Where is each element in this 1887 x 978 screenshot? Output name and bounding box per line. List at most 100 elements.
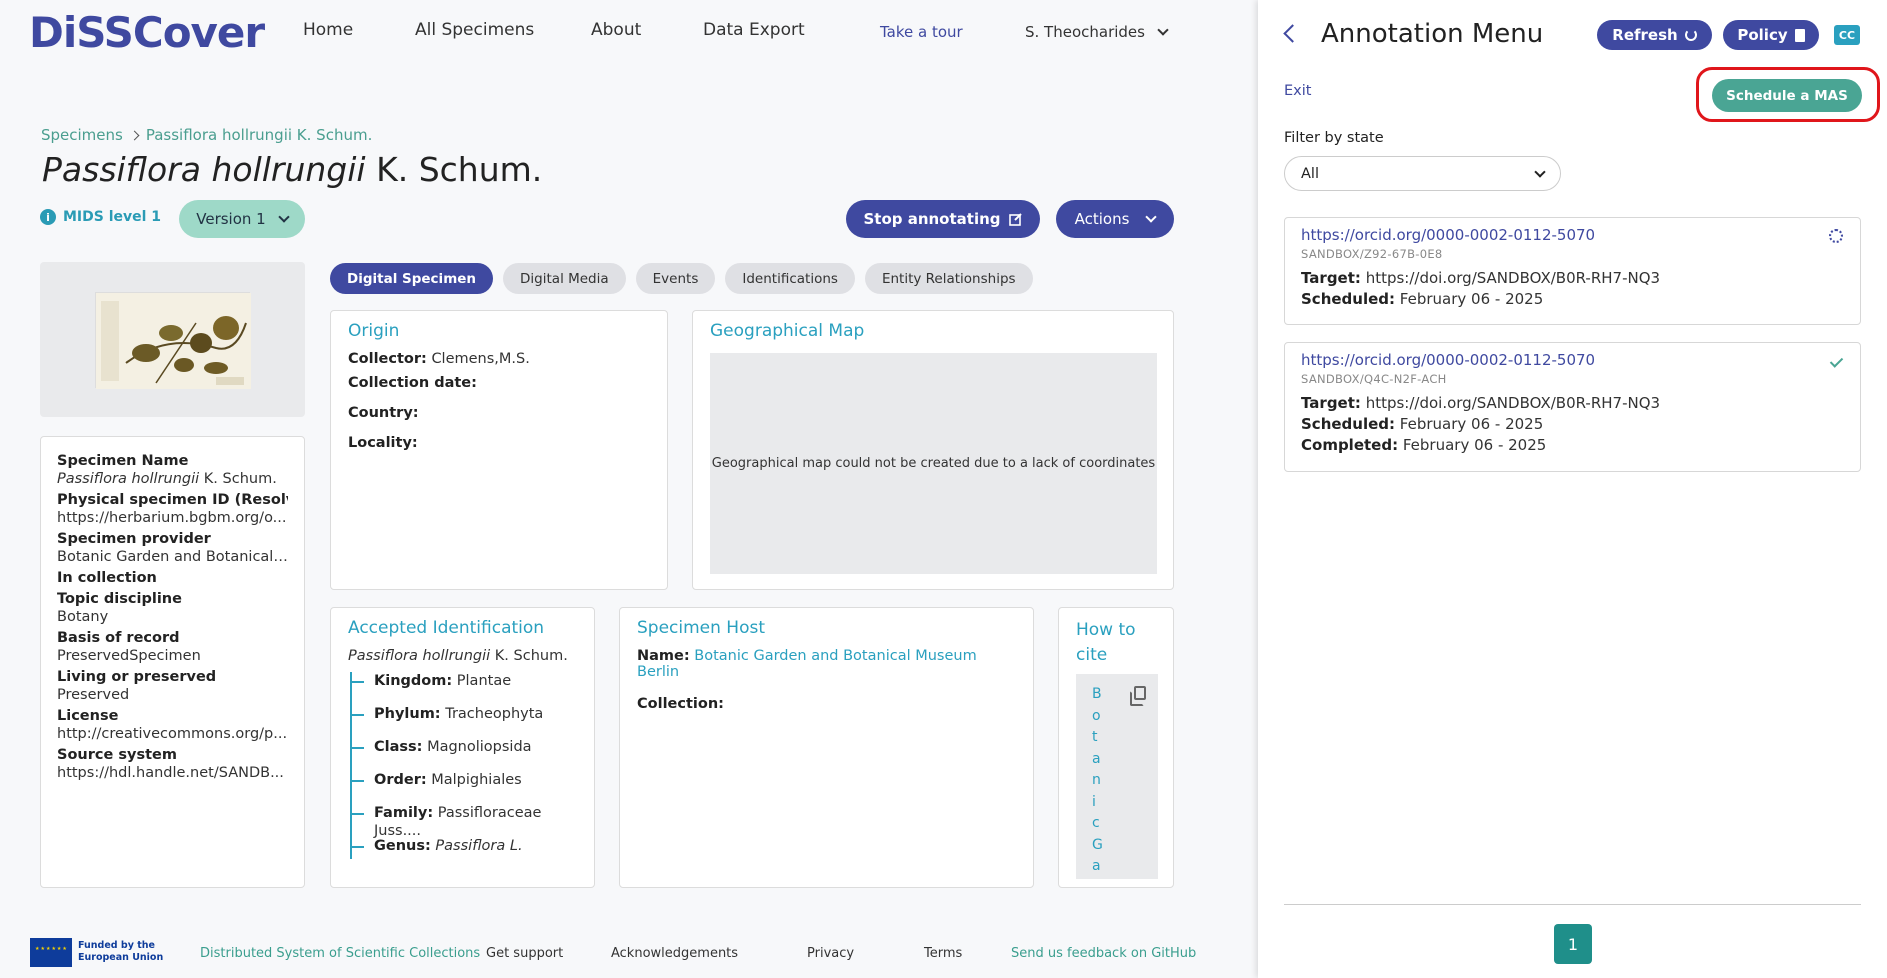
edit-icon xyxy=(1008,213,1022,226)
annotation-job-card[interactable]: https://orcid.org/0000-0002-0112-5070 SA… xyxy=(1284,217,1861,325)
page-title-author: K. Schum. xyxy=(365,150,543,189)
taxon-phylum: Phylum: Tracheophyta xyxy=(352,705,577,738)
nav-all-specimens[interactable]: All Specimens xyxy=(415,20,534,40)
policy-label: Policy xyxy=(1737,26,1788,44)
geographical-map-card: Geographical Map Geographical map could … xyxy=(692,310,1174,590)
meta-specimen-name: Specimen Name Passiflora hollrungii K. S… xyxy=(57,453,277,487)
footer-privacy-link[interactable]: Privacy xyxy=(807,946,854,961)
citation-box: BotanicGa xyxy=(1076,674,1158,879)
origin-locality: Locality: xyxy=(348,435,418,451)
meta-physical-specimen-id: Physical specimen ID (Resolvab https://h… xyxy=(57,492,288,526)
accepted-name: Passiflora hollrungii K. Schum. xyxy=(348,648,568,664)
annotation-job-id: SANDBOX/Q4C-N2F-ACH xyxy=(1301,372,1447,386)
filter-label: Filter by state xyxy=(1284,130,1384,146)
page-title: Passiflora hollrungii K. Schum. xyxy=(42,150,542,189)
specimen-metadata-card: Specimen Name Passiflora hollrungii K. S… xyxy=(40,436,305,888)
info-icon: i xyxy=(40,209,56,225)
panel-title: Annotation Menu xyxy=(1321,19,1544,49)
footer: Funded by the European Union Distributed… xyxy=(30,938,1230,968)
actions-button[interactable]: Actions xyxy=(1056,200,1174,238)
schedule-mas-button[interactable]: Schedule a MAS xyxy=(1712,79,1862,112)
main-area: DiSSCover Home All Specimens About Data … xyxy=(0,0,1258,978)
version-label: Version 1 xyxy=(196,210,266,228)
tab-entity-relationships[interactable]: Entity Relationships xyxy=(864,263,1033,294)
page-title-taxon: Passiflora hollrungii xyxy=(42,150,366,189)
origin-country: Country: xyxy=(348,405,419,421)
eu-funding-text: Funded by the European Union xyxy=(78,940,164,963)
nav-home[interactable]: Home xyxy=(303,20,353,40)
footer-terms-link[interactable]: Terms xyxy=(924,946,962,961)
refresh-icon xyxy=(1684,29,1697,41)
footer-acknowledgements-link[interactable]: Acknowledgements xyxy=(611,946,738,961)
tab-digital-media[interactable]: Digital Media xyxy=(503,263,626,294)
logo[interactable]: DiSSCover xyxy=(29,8,265,57)
map-placeholder: Geographical map could not be created du… xyxy=(710,353,1157,574)
stop-annotating-button[interactable]: Stop annotating xyxy=(846,200,1040,238)
host-collection: Collection: xyxy=(637,696,724,712)
tab-events[interactable]: Events xyxy=(635,263,716,294)
nav-data-export[interactable]: Data Export xyxy=(703,20,805,40)
taxon-family: Family: Passifloraceae Juss.... xyxy=(352,804,577,839)
exit-link[interactable]: Exit xyxy=(1284,83,1311,99)
meta-specimen-provider: Specimen provider Botanic Garden and Bot… xyxy=(57,531,288,565)
breadcrumb: Specimens Passiflora hollrungii K. Schum… xyxy=(41,126,372,144)
footer-support-link[interactable]: Get support xyxy=(486,946,563,961)
loading-spinner-icon xyxy=(1829,229,1843,243)
tab-digital-specimen[interactable]: Digital Specimen xyxy=(330,263,494,294)
take-a-tour-link[interactable]: Take a tour xyxy=(880,23,963,41)
accepted-identification-card: Accepted Identification Passiflora hollr… xyxy=(330,607,595,888)
annotation-job-card[interactable]: https://orcid.org/0000-0002-0112-5070 SA… xyxy=(1284,342,1861,472)
geo-title: Geographical Map xyxy=(710,321,865,341)
breadcrumb-current[interactable]: Passiflora hollrungii K. Schum. xyxy=(146,126,372,144)
citation-text: BotanicGa xyxy=(1092,686,1103,874)
cc-badge[interactable]: CC xyxy=(1834,25,1860,45)
user-name: S. Theocharides xyxy=(1025,23,1145,41)
annotation-job-id: SANDBOX/Z92-67B-0E8 xyxy=(1301,247,1443,261)
chevron-down-icon xyxy=(1145,211,1158,223)
breadcrumb-specimens[interactable]: Specimens xyxy=(41,126,123,144)
specimen-thumbnail-card[interactable] xyxy=(40,262,305,417)
refresh-button[interactable]: Refresh xyxy=(1597,20,1712,50)
annotation-scheduled: Scheduled: February 06 - 2025 xyxy=(1301,415,1544,433)
filter-value: All xyxy=(1301,165,1319,182)
meta-basis-of-record: Basis of record PreservedSpecimen xyxy=(57,630,201,664)
cite-title: How to cite xyxy=(1076,620,1136,665)
taxonomy-tree: Kingdom: Plantae Phylum: Tracheophyta Cl… xyxy=(350,672,577,859)
annotation-target: Target: https://doi.org/SANDBOX/B0R-RH7-… xyxy=(1301,394,1661,412)
accepted-title: Accepted Identification xyxy=(348,618,545,638)
how-to-cite-card: How to cite BotanicGa xyxy=(1058,607,1174,888)
policy-button[interactable]: Policy xyxy=(1723,20,1819,50)
version-select[interactable]: Version 1 xyxy=(179,200,305,238)
footer-feedback-link[interactable]: Send us feedback on GitHub xyxy=(1011,946,1196,961)
footer-dissco-link[interactable]: Distributed System of Scientific Collect… xyxy=(200,946,480,961)
annotation-panel: Annotation Menu Refresh Policy CC Exit S… xyxy=(1258,0,1887,978)
specimen-illustration xyxy=(96,293,251,389)
chevron-down-icon xyxy=(278,211,290,223)
taxon-order: Order: Malpighiales xyxy=(352,771,577,804)
meta-license: License http://creativecommons.org/p... xyxy=(57,708,288,742)
annotation-agent-link[interactable]: https://orcid.org/0000-0002-0112-5070 xyxy=(1301,351,1844,369)
origin-card: Origin Collector: Clemens,M.S. Collectio… xyxy=(330,310,668,590)
pagination-page-1[interactable]: 1 xyxy=(1554,924,1592,964)
copy-icon[interactable] xyxy=(1130,686,1146,706)
origin-collection-date: Collection date: xyxy=(348,375,477,391)
mids-level[interactable]: i MIDS level 1 xyxy=(40,209,161,225)
tab-identifications[interactable]: Identifications xyxy=(725,263,855,294)
user-menu[interactable]: S. Theocharides xyxy=(1025,23,1169,41)
nav-about[interactable]: About xyxy=(591,20,641,40)
annotation-scheduled: Scheduled: February 06 - 2025 xyxy=(1301,290,1544,308)
annotation-agent-link[interactable]: https://orcid.org/0000-0002-0112-5070 xyxy=(1301,226,1844,244)
back-chevron-icon[interactable] xyxy=(1283,24,1302,43)
filter-state-select[interactable]: All xyxy=(1284,156,1561,191)
meta-topic-discipline: Topic discipline Botany xyxy=(57,591,182,625)
origin-title: Origin xyxy=(348,321,400,341)
specimen-image[interactable] xyxy=(95,292,251,389)
mids-label: MIDS level 1 xyxy=(63,209,162,225)
stop-annotating-label: Stop annotating xyxy=(863,210,1001,228)
annotation-completed: Completed: February 06 - 2025 xyxy=(1301,436,1547,454)
document-icon xyxy=(1794,28,1805,42)
meta-in-collection: In collection xyxy=(57,570,157,586)
chevron-right-icon xyxy=(129,130,140,140)
taxon-class: Class: Magnoliopsida xyxy=(352,738,577,771)
panel-divider xyxy=(1284,904,1861,905)
